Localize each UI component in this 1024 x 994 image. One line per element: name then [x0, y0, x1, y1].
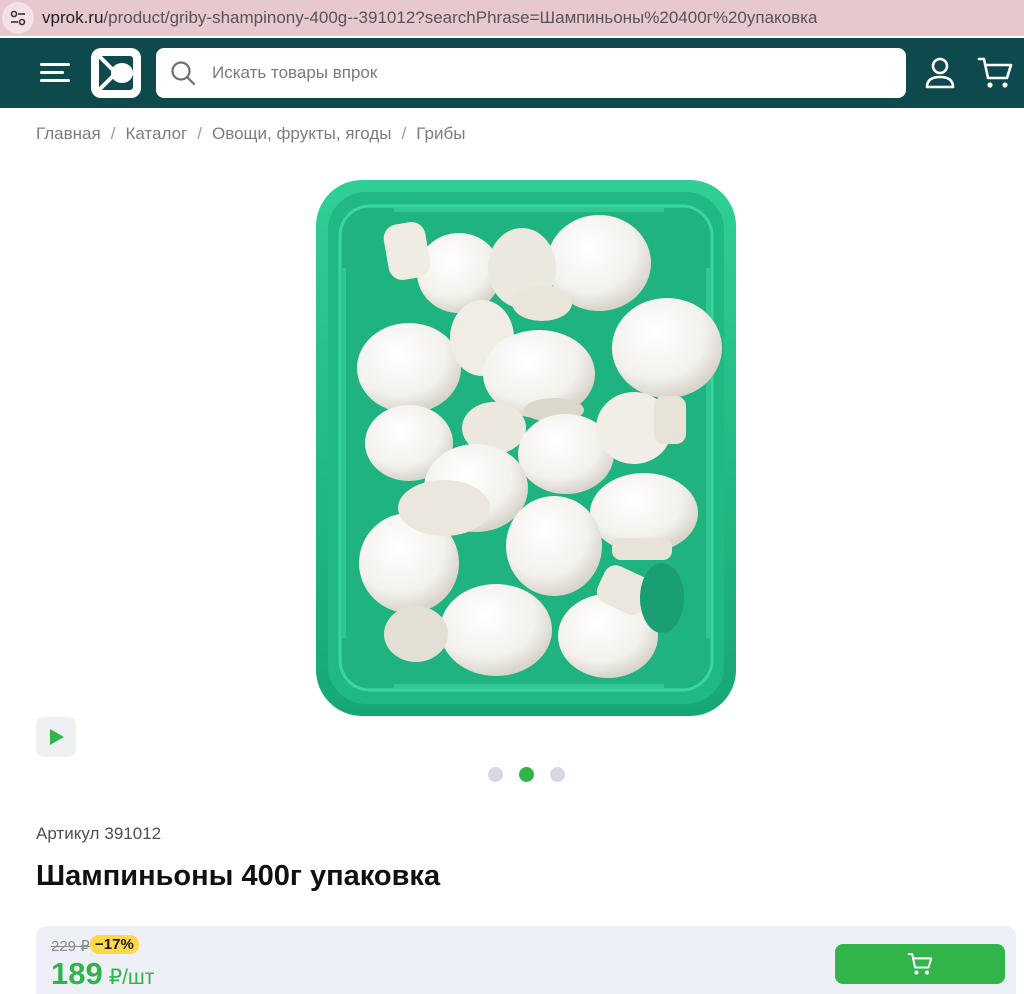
search-icon[interactable] — [170, 60, 196, 86]
menu-icon-line — [40, 79, 70, 82]
url-text[interactable]: vprok.ru/product/griby-shampinony-400g--… — [42, 8, 817, 28]
add-to-cart-button[interactable] — [835, 944, 1005, 984]
product-image[interactable] — [314, 178, 738, 718]
product-sku: Артикул 391012 — [36, 824, 161, 844]
menu-icon-line — [40, 71, 64, 74]
gallery-pagination — [488, 767, 565, 782]
breadcrumb-item-vegetables[interactable]: Овощи, фрукты, ягоды — [212, 124, 392, 144]
menu-button[interactable] — [40, 60, 74, 86]
product-title: Шампиньоны 400г упаковка — [36, 860, 441, 892]
gallery-dot[interactable] — [488, 767, 503, 782]
cart-icon[interactable] — [977, 56, 1013, 90]
price-panel: 229 ₽ −17% 189 ₽/шт — [36, 926, 1016, 994]
sku-value: 391012 — [104, 824, 162, 843]
site-logo[interactable] — [91, 48, 141, 98]
current-price: 189 ₽/шт — [51, 956, 154, 992]
breadcrumb-separator: / — [401, 124, 407, 143]
gallery-dot-active[interactable] — [519, 767, 534, 782]
url-domain: vprok.ru — [42, 8, 104, 27]
site-settings-icon[interactable] — [2, 2, 34, 34]
breadcrumb-item-mushrooms[interactable]: Грибы — [416, 124, 465, 144]
video-play-button[interactable] — [36, 717, 76, 757]
breadcrumb-separator: / — [110, 124, 116, 143]
search-input[interactable] — [212, 63, 852, 83]
url-path: /product/griby-shampinony-400g--391012?s… — [103, 8, 818, 27]
cart-icon — [907, 953, 933, 975]
browser-address-bar[interactable]: vprok.ru/product/griby-shampinony-400g--… — [0, 0, 1024, 36]
site-header — [0, 38, 1024, 108]
breadcrumb-item-home[interactable]: Главная — [36, 124, 101, 144]
breadcrumb: Главная / Каталог / Овощи, фрукты, ягоды… — [36, 124, 465, 144]
play-icon — [50, 729, 64, 745]
discount-badge: −17% — [90, 935, 139, 954]
breadcrumb-item-catalog[interactable]: Каталог — [125, 124, 187, 144]
breadcrumb-separator: / — [197, 124, 202, 143]
sku-label: Артикул — [36, 824, 100, 843]
price-unit: ₽/шт — [108, 966, 155, 989]
logo-icon — [97, 54, 133, 92]
gallery-dot[interactable] — [550, 767, 565, 782]
search-bar[interactable] — [156, 48, 906, 98]
user-icon[interactable] — [924, 56, 956, 90]
price-amount: 189 — [51, 956, 103, 991]
old-price: 229 ₽ — [51, 938, 90, 955]
menu-icon-line — [40, 63, 70, 66]
